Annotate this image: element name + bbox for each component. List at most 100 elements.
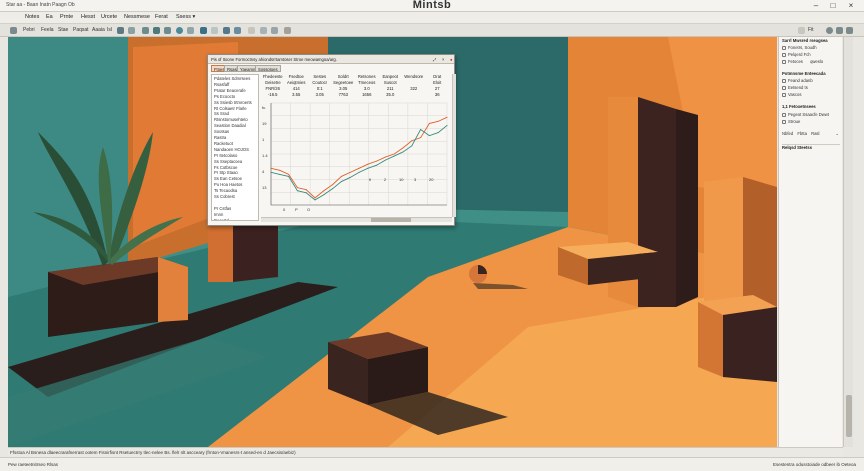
panel-item-vascos[interactable]: Vascos xyxy=(788,92,801,97)
panel-item-eetsend[interactable]: Eetsend ts xyxy=(788,85,808,90)
refresh-icon[interactable] xyxy=(826,27,833,34)
brush-icon[interactable] xyxy=(117,27,124,34)
data-point[interactable] xyxy=(376,160,378,162)
table-cell[interactable]: 211 xyxy=(379,86,403,91)
cube-icon[interactable] xyxy=(200,27,207,34)
series-list-item[interactable]: Nandaoen HOJOS xyxy=(214,147,249,152)
table-cell[interactable]: 3.05 xyxy=(332,86,356,91)
chevron-down-icon[interactable]: ⌄ xyxy=(835,131,839,137)
panel-item-pelqerd[interactable]: Pelqerd Fch xyxy=(788,52,811,57)
data-point[interactable] xyxy=(446,116,448,118)
panel-button-nbfed[interactable]: Nbfed xyxy=(782,131,793,136)
series-list-item[interactable]: Ts Tecaodsa xyxy=(214,188,237,193)
settings-icon[interactable] xyxy=(836,27,843,34)
data-point[interactable] xyxy=(288,173,290,175)
data-point[interactable] xyxy=(428,135,430,137)
data-point[interactable] xyxy=(323,190,325,192)
table-cell[interactable]: Retsones xyxy=(355,74,379,79)
series-list-item[interactable]: Pr Itetcolaso xyxy=(214,153,237,158)
data-point[interactable] xyxy=(437,132,439,134)
menu-item-notes[interactable]: Notes xyxy=(25,14,39,20)
series-line-2[interactable] xyxy=(270,125,448,201)
data-point[interactable] xyxy=(279,173,281,175)
table-cell[interactable]: Fsedtoe xyxy=(285,74,309,79)
panel-toggle-icon[interactable] xyxy=(798,27,805,34)
table-cell[interactable]: 27 xyxy=(426,86,450,91)
new-file-icon[interactable] xyxy=(10,27,17,34)
link-icon[interactable] xyxy=(164,27,171,34)
series-list-item[interactable]: Fs Cotbscoe xyxy=(214,165,238,170)
globe-icon[interactable] xyxy=(176,27,183,34)
data-point[interactable] xyxy=(384,156,386,158)
table-cell[interactable]: 0:1 xyxy=(308,86,332,91)
series-list-item[interactable]: Racketuot xyxy=(214,141,233,146)
table-cell[interactable]: 3.0 xyxy=(355,86,379,91)
series-list-item[interactable]: Pr Stp Staao xyxy=(214,170,238,175)
menu-item-ssess[interactable]: Ssess ▾ xyxy=(176,14,195,20)
series-list-item[interactable]: Rsasfaff xyxy=(214,82,229,87)
data-point[interactable] xyxy=(332,184,334,186)
table-cell[interactable]: Aeiqtmies xyxy=(285,80,309,85)
series-list-item[interactable]: Ps Ecoocto xyxy=(214,94,235,99)
data-point[interactable] xyxy=(428,122,430,124)
crop-icon[interactable] xyxy=(284,27,291,34)
data-point[interactable] xyxy=(296,190,298,192)
data-point[interactable] xyxy=(402,147,404,149)
table-cell[interactable]: 3.55 xyxy=(285,92,309,97)
table-cell[interactable]: Eloit xyxy=(426,80,450,85)
zoom-icon[interactable] xyxy=(153,27,160,34)
data-point[interactable] xyxy=(376,164,378,166)
panel-item-stroue[interactable]: Stroue xyxy=(788,119,800,124)
chart-icon[interactable] xyxy=(234,27,241,34)
table-cell[interactable] xyxy=(402,92,426,97)
data-point[interactable] xyxy=(358,167,360,169)
data-point[interactable] xyxy=(367,163,369,165)
data-point[interactable] xyxy=(437,120,439,122)
data-point[interactable] xyxy=(314,199,316,201)
dialog-hscroll[interactable] xyxy=(261,217,452,222)
panel-item-fetoces[interactable]: Fetoces xyxy=(788,59,803,64)
image-icon[interactable] xyxy=(223,27,230,34)
dialog-vscroll[interactable] xyxy=(452,74,456,217)
menu-item-ferat[interactable]: Ferat xyxy=(155,14,168,20)
vertical-scroll-thumb[interactable] xyxy=(846,395,852,437)
data-point[interactable] xyxy=(411,140,413,142)
series-list-item[interactable]: Seastion Daadial xyxy=(214,123,246,128)
toolbar-paqsat[interactable]: Paqsat xyxy=(73,26,89,35)
dialog-titlebar[interactable]: Pis of Itoone Formoctnsy ahiondsrrtamtos… xyxy=(208,55,454,64)
arrow-icon[interactable] xyxy=(248,27,255,34)
dialog-hscroll-thumb[interactable] xyxy=(371,218,411,222)
toolbar-stae[interactable]: Stae xyxy=(58,26,68,35)
series-list-item[interactable]: Rt Colsaetr Flarle xyxy=(214,106,247,111)
table-cell[interactable]: Drat xyxy=(426,74,450,79)
menu-item-hesst[interactable]: Hesst xyxy=(81,14,95,20)
data-point[interactable] xyxy=(393,155,395,157)
grid-icon[interactable] xyxy=(211,27,218,34)
table-cell[interactable]: 3.05 xyxy=(308,92,332,97)
layers-icon[interactable] xyxy=(128,27,135,34)
table-cell[interactable]: Fhedeeste xyxy=(261,74,285,79)
data-point[interactable] xyxy=(411,145,413,147)
data-point[interactable] xyxy=(296,187,298,189)
panel-item-pegeot[interactable]: Pegeot Ssaacfe Dwwt xyxy=(788,112,829,117)
table-cell[interactable]: 322 xyxy=(402,86,426,91)
table-cell[interactable]: 1656 xyxy=(355,92,379,97)
panel-section1-header[interactable]: Sarrl Mwsred rseagsea xyxy=(782,38,840,44)
tab-sossotoes[interactable]: Sossotoes xyxy=(255,65,281,72)
toolbar-fit[interactable]: Fit xyxy=(808,26,814,35)
table-icon[interactable] xyxy=(260,27,267,34)
series-list-item[interactable]: Pr Cstfas xyxy=(214,206,231,211)
menu-item-urcete[interactable]: Urcete xyxy=(101,14,117,20)
maximize-icon[interactable]: □ xyxy=(824,0,842,12)
data-point[interactable] xyxy=(402,151,404,153)
table-cell[interactable]: 36 xyxy=(426,92,450,97)
series-list-item[interactable]: Decertd xyxy=(214,218,229,220)
menu-item-prnte[interactable]: Prnte xyxy=(60,14,73,20)
series-list[interactable]: Pdateles Sdmrsees Rsasfaff Pratar Eeaceraf… xyxy=(211,74,259,221)
data-point[interactable] xyxy=(270,171,272,173)
data-point[interactable] xyxy=(358,171,360,173)
table-cell[interactable]: Suscot xyxy=(379,80,403,85)
table-cell[interactable]: Eanpeot xyxy=(379,74,403,79)
panel-item-feand[interactable]: Feand adanb xyxy=(788,78,813,83)
data-point[interactable] xyxy=(384,159,386,161)
